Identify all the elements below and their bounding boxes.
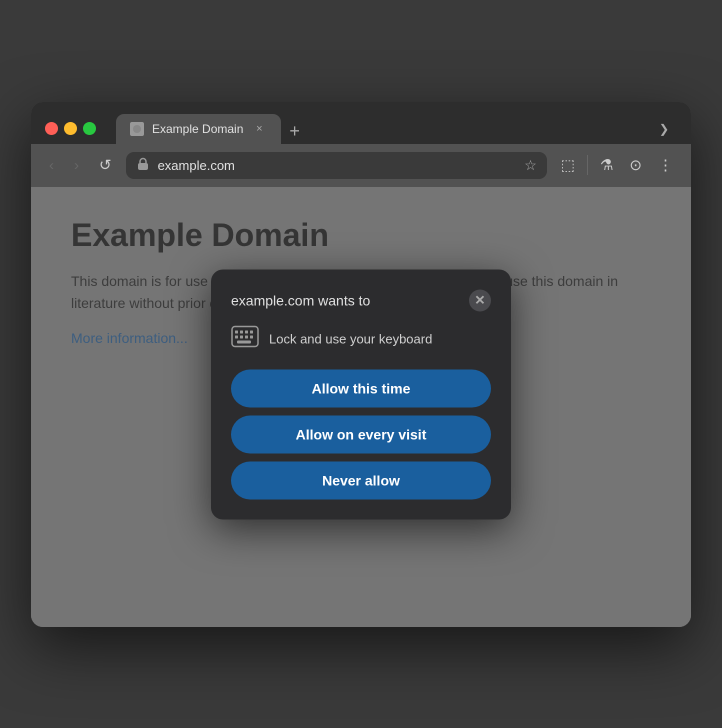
minimize-window-button[interactable] — [64, 122, 77, 135]
maximize-window-button[interactable] — [83, 122, 96, 135]
popup-close-button[interactable]: ✕ — [469, 289, 491, 311]
page-content: Example Domain This domain is for use in… — [31, 187, 691, 627]
new-tab-button[interactable]: + — [281, 118, 308, 144]
title-bar: Example Domain × + ❯ — [31, 102, 691, 144]
forward-button[interactable]: › — [68, 153, 85, 178]
popup-title: example.com wants to — [231, 292, 370, 308]
active-tab[interactable]: Example Domain × — [116, 114, 281, 144]
never-allow-button[interactable]: Never allow — [231, 461, 491, 499]
lab-button[interactable]: ⚗ — [594, 152, 619, 178]
security-icon — [136, 157, 150, 174]
address-bar[interactable]: example.com ☆ — [126, 152, 547, 179]
permission-info: Lock and use your keyboard — [231, 325, 491, 353]
address-text: example.com — [158, 158, 517, 173]
nav-bar: ‹ › ↺ example.com ☆ ⬚ ⚗ ⊙ ⋮ — [31, 144, 691, 187]
permission-text: Lock and use your keyboard — [269, 332, 432, 347]
extensions-button[interactable]: ⬚ — [555, 152, 581, 178]
tab-close-button[interactable]: × — [251, 121, 267, 137]
permission-popup: example.com wants to ✕ — [211, 269, 511, 519]
popup-header: example.com wants to ✕ — [231, 289, 491, 311]
reload-button[interactable]: ↺ — [93, 152, 118, 178]
browser-window: Example Domain × + ❯ ‹ › ↺ example.com ☆ — [31, 102, 691, 627]
back-button[interactable]: ‹ — [43, 153, 60, 178]
close-window-button[interactable] — [45, 122, 58, 135]
nav-icons: ⬚ ⚗ ⊙ ⋮ — [555, 152, 679, 178]
nav-divider — [587, 155, 588, 175]
allow-this-time-button[interactable]: Allow this time — [231, 369, 491, 407]
tab-overflow-button[interactable]: ❯ — [651, 118, 677, 140]
tab-title: Example Domain — [152, 122, 243, 136]
tab-favicon-icon — [130, 122, 144, 136]
bookmark-icon[interactable]: ☆ — [524, 157, 537, 174]
keyboard-icon — [231, 325, 259, 353]
profile-button[interactable]: ⊙ — [623, 152, 648, 178]
allow-every-visit-button[interactable]: Allow on every visit — [231, 415, 491, 453]
menu-button[interactable]: ⋮ — [652, 152, 679, 178]
traffic-lights — [45, 122, 96, 135]
tab-bar: Example Domain × + — [116, 114, 641, 144]
